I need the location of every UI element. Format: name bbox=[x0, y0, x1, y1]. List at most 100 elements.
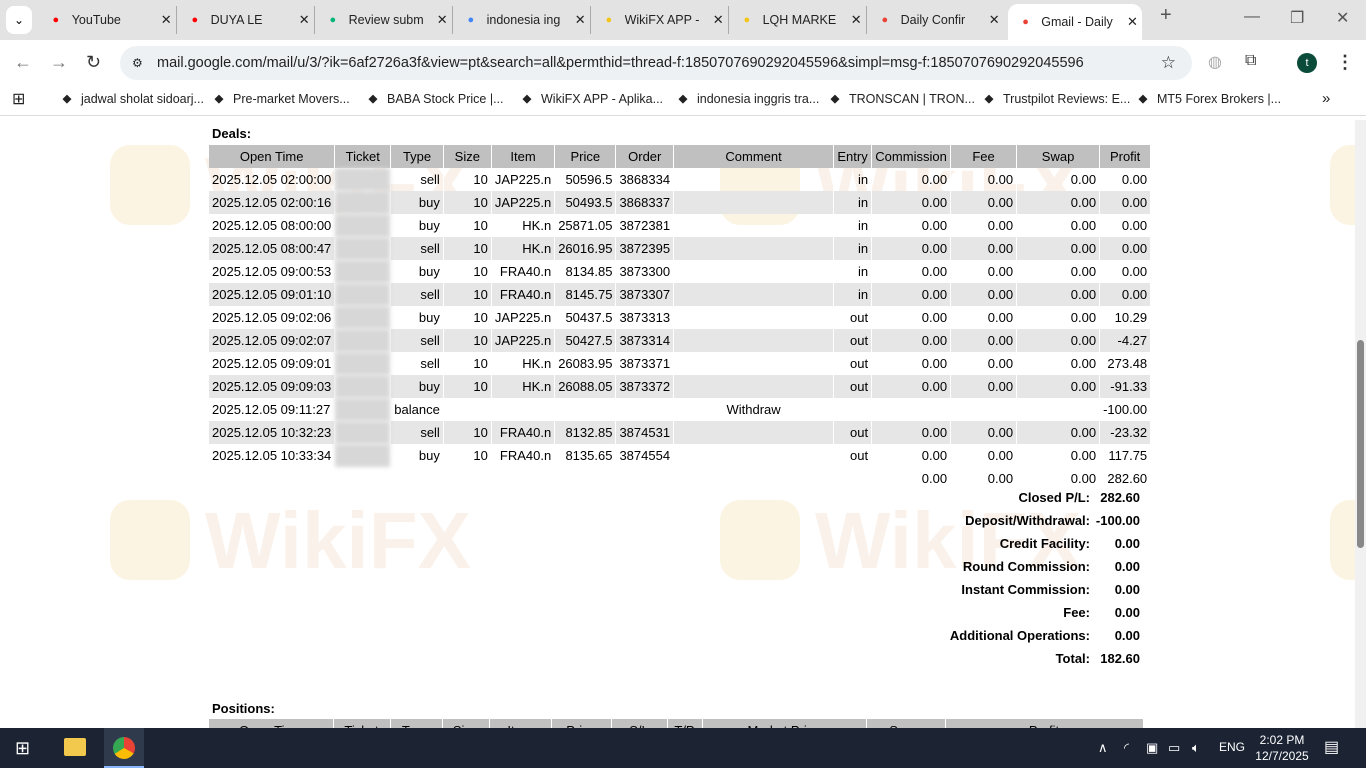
cell-entry: in bbox=[833, 168, 873, 191]
close-tab-icon[interactable]: ✕ bbox=[847, 12, 867, 28]
tab-7[interactable]: ● Gmail - Daily ✕ bbox=[1008, 4, 1142, 40]
cell-open-time: 2025.12.05 02:00:16 bbox=[209, 191, 336, 214]
profile-avatar[interactable]: t bbox=[1297, 53, 1317, 73]
column-header[interactable]: Profit bbox=[1099, 145, 1152, 168]
column-header[interactable]: Ticket bbox=[333, 719, 391, 728]
close-tab-icon[interactable]: ✕ bbox=[1123, 14, 1142, 30]
cell-ticket bbox=[334, 306, 392, 329]
language-indicator[interactable]: ENG bbox=[1219, 740, 1245, 754]
cell-profit: -91.33 bbox=[1099, 375, 1152, 398]
column-header[interactable]: Price bbox=[551, 719, 612, 728]
back-icon[interactable]: ← bbox=[14, 52, 32, 73]
column-header[interactable]: Ticket bbox=[334, 145, 392, 168]
empty-cell bbox=[673, 467, 835, 490]
close-window-button[interactable]: ✕ bbox=[1336, 8, 1349, 28]
address-bar[interactable]: ⚙ mail.google.com/mail/u/3/?ik=6af2726a3… bbox=[120, 46, 1192, 80]
translate-globe-icon[interactable]: ◍ bbox=[1208, 52, 1222, 72]
tab-2[interactable]: ● Review subm ✕ bbox=[314, 6, 452, 34]
column-header[interactable]: Order bbox=[615, 145, 675, 168]
column-header[interactable]: T/P bbox=[667, 719, 703, 728]
bookmark-item[interactable]: ◆ BABA Stock Price |... bbox=[366, 92, 504, 106]
minimize-button[interactable]: — bbox=[1244, 8, 1260, 26]
bookmark-star-icon[interactable]: ☆ bbox=[1161, 46, 1176, 80]
tab-1[interactable]: ● DUYA LE ✕ bbox=[176, 6, 314, 34]
column-header[interactable]: Comment bbox=[673, 145, 835, 168]
column-header[interactable]: Type bbox=[390, 719, 443, 728]
column-header[interactable]: Open Time bbox=[209, 145, 336, 168]
trustpilot-star-icon: ◆ bbox=[984, 93, 994, 105]
column-header[interactable]: Market Price bbox=[702, 719, 867, 728]
close-tab-icon[interactable]: ✕ bbox=[295, 12, 315, 28]
cell-comment bbox=[673, 306, 835, 329]
column-header[interactable]: Item bbox=[489, 719, 552, 728]
camera-icon[interactable]: ▣ bbox=[1146, 740, 1158, 756]
cell-comment bbox=[673, 214, 835, 237]
bookmark-item[interactable]: ◆ WikiFX APP - Aplika... bbox=[520, 92, 663, 106]
close-tab-icon[interactable]: ✕ bbox=[571, 12, 591, 28]
show-hidden-icons[interactable]: ∧ bbox=[1098, 740, 1108, 756]
page-scrollbar[interactable] bbox=[1355, 120, 1366, 728]
forward-icon[interactable]: → bbox=[50, 52, 68, 73]
total-commission: 0.00 bbox=[871, 467, 952, 490]
column-header[interactable]: Item bbox=[491, 145, 556, 168]
tab-search-button[interactable]: ⌄ bbox=[6, 6, 32, 34]
column-header[interactable]: S/L bbox=[611, 719, 668, 728]
tab-6[interactable]: ● Daily Confir ✕ bbox=[866, 6, 1004, 34]
bookmark-item[interactable]: ◆ Pre-market Movers... bbox=[212, 92, 350, 106]
file-explorer-icon[interactable] bbox=[64, 738, 86, 756]
tab-4[interactable]: ● WikiFX APP - ✕ bbox=[590, 6, 728, 34]
bookmark-title: Pre-market Movers... bbox=[233, 92, 350, 106]
extensions-icon[interactable]: ⧉ bbox=[1245, 52, 1256, 70]
wifi-icon[interactable]: ◜ bbox=[1124, 740, 1129, 756]
close-tab-icon[interactable]: ✕ bbox=[985, 12, 1005, 28]
close-tab-icon[interactable]: ✕ bbox=[433, 12, 453, 28]
cell-entry: in bbox=[833, 191, 873, 214]
column-header[interactable]: Fee bbox=[950, 145, 1018, 168]
cell-type: buy bbox=[390, 444, 444, 467]
bookmark-item[interactable]: ◆ TRONSCAN | TRON... bbox=[828, 92, 975, 106]
column-header[interactable]: Open Time bbox=[209, 719, 334, 728]
column-header[interactable]: Commission bbox=[871, 145, 952, 168]
column-header[interactable]: Price bbox=[554, 145, 617, 168]
table-row: 2025.12.05 09:00:53 buy 10 FRA40.n 8134.85 38… bbox=[209, 260, 1152, 283]
tab-0[interactable]: ● YouTube ✕ bbox=[38, 6, 176, 34]
reload-icon[interactable]: ↻ bbox=[86, 52, 101, 73]
apps-grid-icon[interactable]: ⊞ bbox=[12, 89, 25, 109]
bookmark-item[interactable]: ◆ indonesia inggris tra... bbox=[676, 92, 820, 106]
close-tab-icon[interactable]: ✕ bbox=[709, 12, 729, 28]
bookmark-item[interactable]: ◆ MT5 Forex Brokers |... bbox=[1136, 92, 1281, 106]
column-header[interactable]: Size bbox=[443, 145, 492, 168]
tab-5[interactable]: ● LQH MARKE ✕ bbox=[728, 6, 866, 34]
notifications-icon[interactable]: ▤ bbox=[1324, 737, 1339, 757]
cell-profit: 117.75 bbox=[1099, 444, 1152, 467]
bookmark-item[interactable]: ◆ jadwal sholat sidoarj... bbox=[60, 92, 204, 106]
windows-start-icon[interactable]: ⊞ bbox=[15, 738, 30, 759]
url-text[interactable]: mail.google.com/mail/u/3/?ik=6af2726a3f&… bbox=[157, 55, 1084, 71]
empty-cell bbox=[390, 467, 444, 490]
cell-entry: in bbox=[833, 283, 873, 306]
new-tab-button[interactable]: + bbox=[1160, 4, 1172, 27]
battery-icon[interactable]: ▭ bbox=[1168, 740, 1180, 756]
column-header[interactable]: Swap bbox=[866, 719, 946, 728]
clock[interactable]: 2:02 PM 12/7/2025 bbox=[1254, 732, 1310, 764]
cell-swap: 0.00 bbox=[1016, 306, 1101, 329]
scrollbar-thumb[interactable] bbox=[1357, 340, 1364, 548]
column-header[interactable]: Entry bbox=[833, 145, 873, 168]
bookmark-item[interactable]: ◆ Trustpilot Reviews: E... bbox=[982, 92, 1131, 106]
more-bookmarks-icon[interactable]: » bbox=[1322, 90, 1330, 107]
cell-swap: 0.00 bbox=[1016, 191, 1101, 214]
close-tab-icon[interactable]: ✕ bbox=[156, 12, 176, 28]
site-settings-icon[interactable]: ⚙ bbox=[132, 46, 143, 80]
volume-icon[interactable]: 🔈︎ bbox=[1192, 740, 1200, 756]
cell-ticket bbox=[334, 398, 392, 421]
menu-kebab-icon[interactable]: ⋮ bbox=[1336, 52, 1354, 73]
chrome-taskbar-button[interactable] bbox=[104, 728, 144, 768]
column-header[interactable]: Swap bbox=[1016, 145, 1101, 168]
gmail-icon: ● bbox=[881, 14, 889, 26]
summary-value: 0.00 bbox=[1114, 559, 1140, 574]
column-header[interactable]: Type bbox=[390, 145, 444, 168]
tab-3[interactable]: ● indonesia ing ✕ bbox=[452, 6, 590, 34]
column-header[interactable]: Size bbox=[442, 719, 490, 728]
column-header[interactable]: Profit bbox=[945, 719, 1144, 728]
restore-button[interactable]: ❐ bbox=[1290, 8, 1304, 28]
